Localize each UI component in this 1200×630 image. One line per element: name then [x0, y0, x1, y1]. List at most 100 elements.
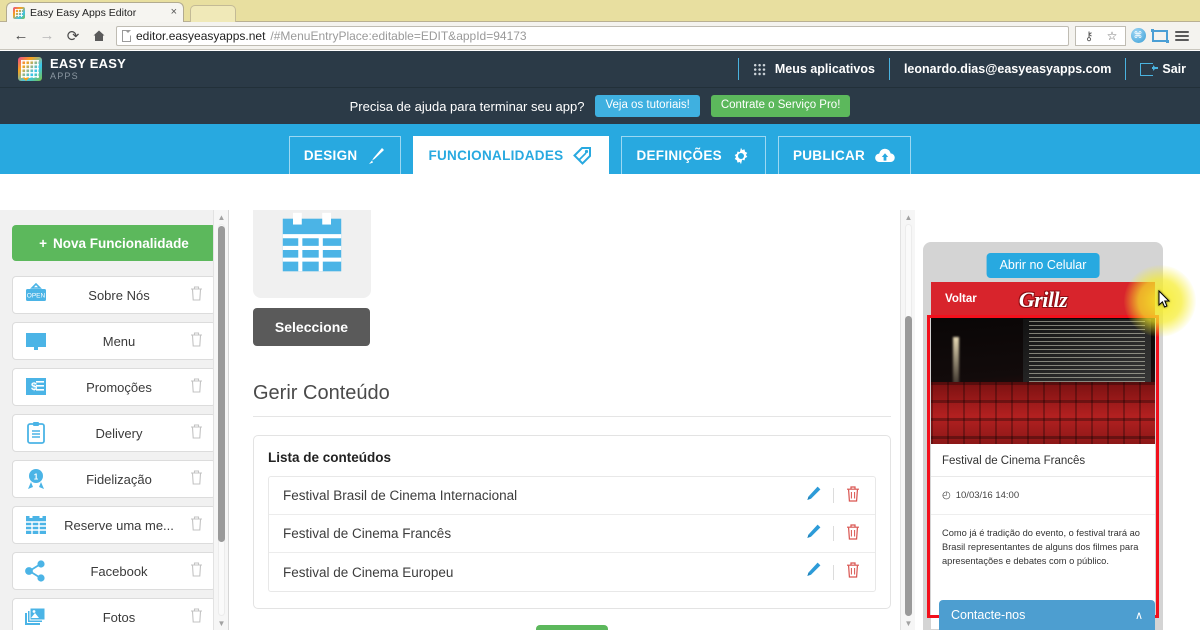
back-button[interactable]: Voltar	[931, 293, 977, 305]
sidebar-item-label: Reserve uma me...	[55, 518, 183, 533]
app-header: EASY EASY APPS Meus aplicativos leonardo…	[0, 51, 1200, 87]
feature-list: OPEN Sobre Nós Menu	[0, 276, 228, 630]
sidebar-item-promocoes[interactable]: $ Promoções	[12, 368, 216, 406]
delete-icon[interactable]	[189, 607, 205, 628]
reload-icon[interactable]: ⟳	[60, 25, 86, 47]
content-scrollbar[interactable]: ▲ ▼	[900, 210, 915, 630]
extension-icon[interactable]: ⌘	[1128, 26, 1148, 46]
tab-definicoes[interactable]: DEFINIÇÕES	[621, 136, 766, 174]
gear-icon	[731, 146, 751, 166]
content-item-label: Festival Brasil de Cinema Internacional	[283, 488, 805, 503]
pencil-icon[interactable]	[805, 561, 822, 583]
open-on-mobile-button[interactable]: Abrir no Celular	[987, 253, 1100, 278]
divider	[833, 565, 834, 580]
favicon-icon	[13, 7, 25, 19]
pencil-icon[interactable]	[805, 485, 822, 507]
scroll-up-icon[interactable]: ▲	[214, 210, 229, 224]
address-bar[interactable]: editor.easyeasyapps.net/#MenuEntryPlace:…	[116, 26, 1069, 46]
content-list-box: Lista de conteúdos Festival Brasil de Ci…	[253, 435, 891, 609]
forward-icon[interactable]: →	[34, 25, 60, 47]
browser-tab[interactable]: Easy Easy Apps Editor ×	[6, 2, 184, 22]
trash-icon[interactable]	[845, 561, 861, 583]
plus-icon: +	[39, 236, 47, 251]
trash-icon[interactable]	[845, 523, 861, 545]
scrollbar-thumb[interactable]	[905, 316, 912, 616]
my-apps-label: Meus aplicativos	[775, 62, 875, 76]
new-tab-button[interactable]	[190, 5, 236, 22]
grid-icon	[753, 63, 766, 76]
save-button[interactable]: Salvar	[536, 625, 608, 630]
tutorials-button[interactable]: Veja os tutoriais!	[595, 95, 699, 117]
promo-bar: Precisa de ajuda para terminar seu app? …	[0, 87, 1200, 124]
sidebar-item-menu[interactable]: Menu	[12, 322, 216, 360]
key-icon[interactable]: ⚷	[1079, 26, 1099, 46]
user-email-label: leonardo.dias@easyeasyapps.com	[904, 62, 1111, 76]
sidebar-item-label: Delivery	[55, 426, 183, 441]
cinema-seats	[931, 382, 1155, 444]
tab-design[interactable]: DESIGN	[289, 136, 402, 174]
menu-icon[interactable]	[1172, 26, 1192, 46]
new-feature-button[interactable]: + Nova Funcionalidade	[12, 225, 216, 261]
table-row[interactable]: Festival de Cinema Europeu	[269, 553, 875, 591]
hero-image	[931, 315, 1155, 444]
delete-icon[interactable]	[189, 285, 205, 306]
tab-funcionalidades[interactable]: FUNCIONALIDADES	[413, 136, 609, 174]
delete-icon[interactable]	[189, 423, 205, 444]
logout-label: Sair	[1162, 62, 1186, 76]
my-apps-link[interactable]: Meus aplicativos	[738, 58, 889, 80]
content-list-heading: Lista de conteúdos	[268, 450, 876, 465]
contact-us-bar[interactable]: Contacte-nos ∧	[939, 600, 1155, 630]
back-icon[interactable]: ←	[8, 25, 34, 47]
sidebar-item-label: Fotos	[55, 610, 183, 625]
clock-icon: ◴	[942, 490, 951, 501]
clipboard-icon	[23, 420, 49, 446]
scroll-down-icon[interactable]: ▼	[214, 616, 229, 630]
delete-icon[interactable]	[189, 331, 205, 352]
scroll-up-icon[interactable]: ▲	[901, 210, 915, 224]
scroll-down-icon[interactable]: ▼	[901, 616, 915, 630]
pro-service-button[interactable]: Contrate o Serviço Pro!	[711, 95, 851, 117]
pencil-icon[interactable]	[805, 523, 822, 545]
sidebar-item-fidelizacao[interactable]: 1 Fidelização	[12, 460, 216, 498]
tab-definicoes-label: DEFINIÇÕES	[636, 148, 722, 163]
extension-glyph: ⌘	[1131, 28, 1146, 43]
home-icon[interactable]	[86, 25, 112, 47]
exit-icon	[1140, 63, 1153, 76]
sidebar-item-label: Promoções	[55, 380, 183, 395]
sidebar-item-reserve-uma-mesa[interactable]: Reserve uma me...	[12, 506, 216, 544]
browser-tab-title: Easy Easy Apps Editor	[30, 7, 162, 19]
delete-icon[interactable]	[189, 377, 205, 398]
delete-icon[interactable]	[189, 469, 205, 490]
delete-icon[interactable]	[189, 515, 205, 536]
trash-icon[interactable]	[845, 485, 861, 507]
content-editor: Seleccione Gerir Conteúdo Lista de conte…	[229, 210, 915, 630]
book-icon	[23, 328, 49, 354]
chevron-up-icon[interactable]: ∧	[1135, 609, 1143, 622]
brand-logo-area[interactable]: EASY EASY APPS	[0, 57, 126, 81]
sidebar-scrollbar[interactable]: ▲ ▼	[213, 210, 228, 630]
preview-item-date: ◴ 10/03/16 14:00	[931, 477, 1155, 515]
contact-us-label: Contacte-nos	[951, 608, 1025, 622]
select-icon-button[interactable]: Seleccione	[253, 308, 370, 346]
photos-icon	[23, 604, 49, 630]
tab-design-label: DESIGN	[304, 148, 358, 163]
delete-icon[interactable]	[189, 561, 205, 582]
sidebar-item-delivery[interactable]: Delivery	[12, 414, 216, 452]
preview-item-title: Festival de Cinema Francês	[931, 444, 1155, 477]
sidebar-item-facebook[interactable]: Facebook	[12, 552, 216, 590]
feature-icon-preview[interactable]	[253, 210, 371, 298]
section-title: Gerir Conteúdo	[253, 382, 891, 417]
user-email[interactable]: leonardo.dias@easyeasyapps.com	[889, 58, 1125, 80]
logout-button[interactable]: Sair	[1125, 58, 1200, 80]
sidebar-item-sobre-nos[interactable]: OPEN Sobre Nós	[12, 276, 216, 314]
sidebar-item-fotos[interactable]: Fotos	[12, 598, 216, 630]
table-row[interactable]: Festival Brasil de Cinema Internacional	[269, 477, 875, 515]
features-sidebar: + Nova Funcionalidade OPEN Sobre Nós	[0, 210, 229, 630]
table-row[interactable]: Festival de Cinema Francês	[269, 515, 875, 553]
screenshot-frame-icon[interactable]	[1150, 26, 1170, 46]
star-icon[interactable]: ☆	[1102, 26, 1122, 46]
tab-publicar[interactable]: PUBLICAR	[778, 136, 911, 174]
sidebar-item-label: Fidelização	[55, 472, 183, 487]
scrollbar-thumb[interactable]	[218, 226, 225, 542]
close-icon[interactable]: ×	[167, 7, 177, 18]
